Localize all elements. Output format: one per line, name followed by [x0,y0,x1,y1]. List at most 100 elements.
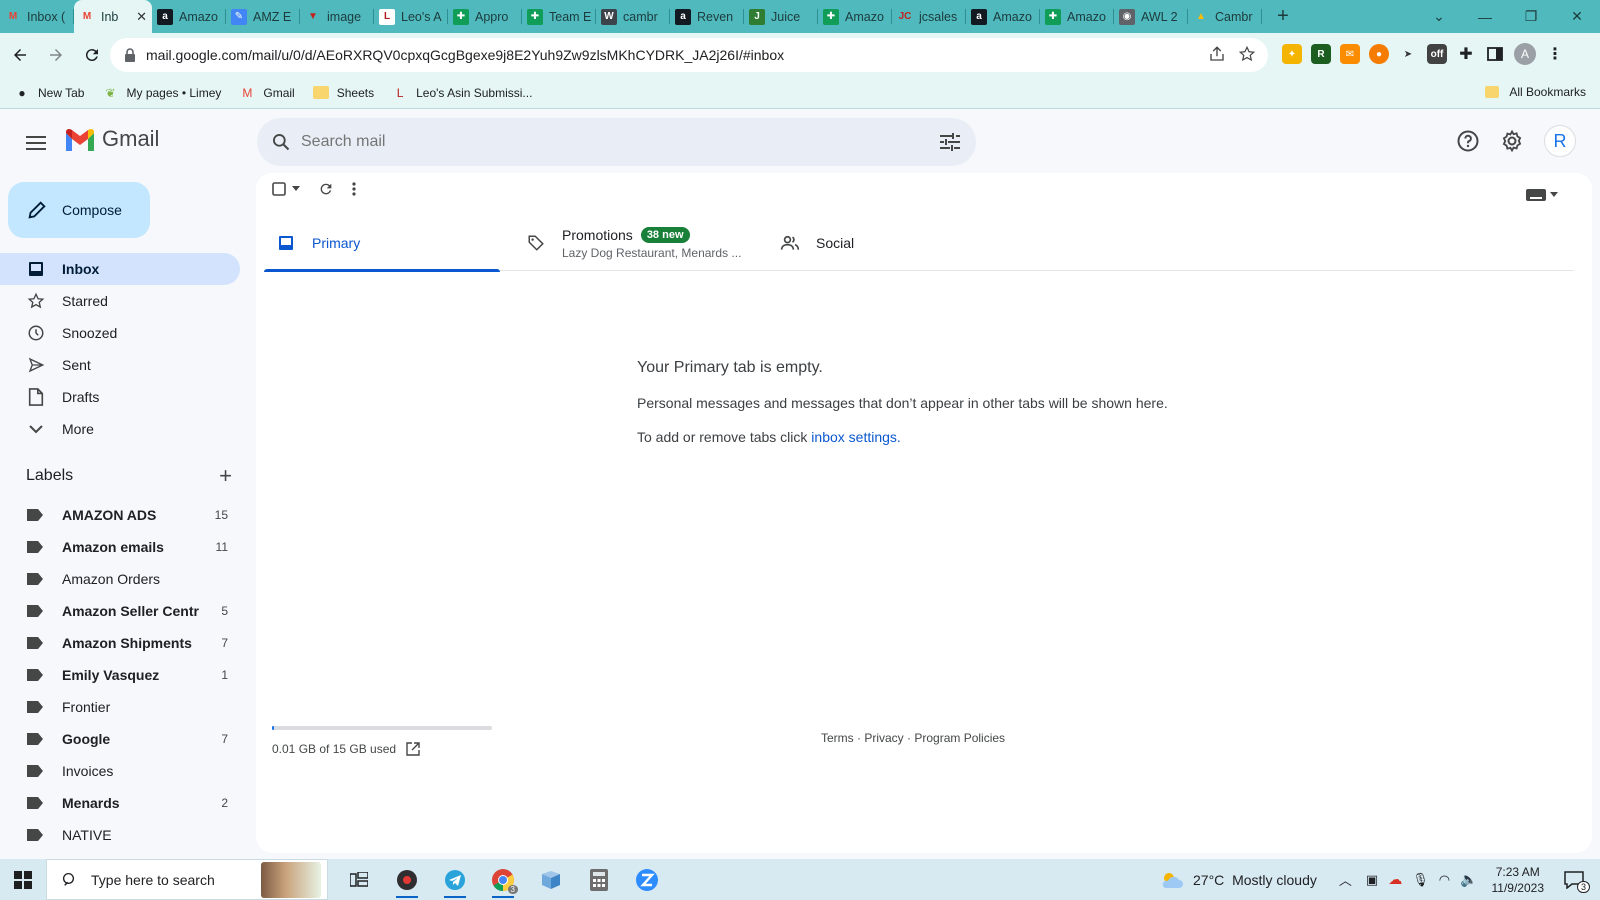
nav-item-more[interactable]: More [0,413,240,445]
label-item[interactable]: Google 7 [0,723,240,755]
settings-gear-icon[interactable] [1500,129,1524,153]
refresh-icon[interactable] [318,181,334,197]
input-tools-toggle[interactable] [1526,189,1558,201]
share-icon[interactable] [1208,45,1226,63]
system-clock[interactable]: 7:23 AM 11/9/2023 [1492,864,1545,896]
browser-tab[interactable]: ✚ Amazo [818,0,892,33]
side-panel-icon[interactable] [1485,44,1505,64]
onedrive-icon[interactable]: ☁ [1388,871,1402,888]
taskbar-search[interactable]: Type here to search [46,859,328,900]
label-item[interactable]: Amazon Orders [0,563,240,595]
zoom-app-icon[interactable] [628,859,666,900]
browser-tab[interactable]: a Reven [670,0,744,33]
tab-promotions[interactable]: Promotions 38 new Lazy Dog Restaurant, M… [500,215,756,271]
address-bar[interactable]: mail.google.com/mail/u/0/d/AEoRXRQV0cpxq… [110,38,1268,72]
select-all-checkbox[interactable] [272,182,300,196]
open-external-icon[interactable] [406,742,420,756]
bookmark-item[interactable]: Sheets [312,86,374,100]
minimize-button[interactable]: — [1462,9,1508,25]
browser-tab[interactable]: ✚ Amazo [1040,0,1114,33]
tray-chevron-up-icon[interactable]: ︿ [1339,870,1352,889]
program-policies-link[interactable]: Program Policies [914,731,1005,745]
label-item[interactable]: AMAZON ADS 15 [0,499,240,531]
bookmark-star-icon[interactable] [1238,45,1256,63]
browser-tab[interactable]: J Juice [744,0,818,33]
nav-item-starred[interactable]: Starred [0,285,240,317]
extension-rs-icon[interactable]: R [1311,44,1331,64]
all-bookmarks[interactable]: All Bookmarks [1485,85,1586,99]
browser-tab[interactable]: ✚ Team E [522,0,596,33]
lock-icon[interactable] [124,48,136,62]
obs-app-icon[interactable] [388,859,426,900]
label-item[interactable]: Amazon Seller Centr 5 [0,595,240,627]
compose-button[interactable]: Compose [8,182,150,238]
nav-item-drafts[interactable]: Drafts [0,381,240,413]
terms-link[interactable]: Terms [821,731,854,745]
volume-icon[interactable]: 🔈 [1460,871,1477,888]
inbox-settings-link[interactable]: inbox settings [811,429,897,445]
browser-tab[interactable]: ▼ image [300,0,374,33]
browser-tab[interactable]: Wcambr [596,0,670,33]
extension-off-icon[interactable]: off [1427,44,1447,64]
label-item[interactable]: Amazon Shipments 7 [0,627,240,659]
nav-item-inbox[interactable]: Inbox [0,253,240,285]
notifications-icon[interactable]: 3 [1564,870,1590,893]
extension-orange-icon[interactable]: ● [1369,44,1389,64]
bookmark-item[interactable]: L Leo's Asin Submissi... [392,85,533,101]
close-window-button[interactable]: ✕ [1554,8,1600,25]
microphone-icon[interactable]: 🎙 [1412,872,1429,888]
browser-tab[interactable]: a Amazo [966,0,1040,33]
task-view-icon[interactable] [340,859,378,900]
label-item[interactable]: Invoices [0,755,240,787]
telegram-app-icon[interactable] [436,859,474,900]
browser-tab[interactable]: JC jcsales [892,0,966,33]
label-item[interactable]: Frontier [0,691,240,723]
nav-item-sent[interactable]: Sent [0,349,240,381]
more-options-icon[interactable] [352,182,356,196]
browser-tab[interactable]: M Inbox ( [0,0,74,33]
tab-search-icon[interactable]: ⌄ [1416,8,1462,25]
label-item[interactable]: Emily Vasquez 1 [0,659,240,691]
notes-app-icon[interactable] [532,859,570,900]
chrome-app-icon[interactable]: 3 [484,859,522,900]
browser-tab[interactable]: a Amazo [152,0,226,33]
bookmark-item[interactable]: ❦ My pages • Limey [102,85,221,101]
close-tab-icon[interactable]: ✕ [136,9,147,25]
chrome-menu-icon[interactable]: ⋮ [1545,44,1565,64]
browser-tab[interactable]: ▲ Cambr [1188,0,1262,33]
weather-text[interactable]: 27°C Mostly cloudy [1193,872,1317,888]
tab-social[interactable]: Social [756,215,956,271]
label-item[interactable]: Menards 2 [0,787,240,819]
meet-now-icon[interactable]: ▣ [1366,872,1378,888]
label-item[interactable]: NATIVE [0,819,240,851]
bookmark-item[interactable]: M Gmail [239,85,294,101]
weather-cloud-icon[interactable] [1159,871,1185,889]
help-icon[interactable] [1456,129,1480,153]
create-label-icon[interactable]: + [219,463,232,489]
wifi-icon[interactable]: ◠ [1439,872,1450,888]
reload-button[interactable] [76,39,108,71]
browser-tab[interactable]: ◉ AWL 2 [1114,0,1188,33]
search-icon[interactable] [271,132,291,152]
calculator-app-icon[interactable] [580,859,618,900]
windows-start-button[interactable] [0,859,46,900]
bookmark-item[interactable]: ● New Tab [14,85,84,101]
puzzle-icon[interactable]: ✚ [1456,44,1476,64]
browser-tab[interactable]: ✚ Appro [448,0,522,33]
main-menu-icon[interactable] [22,129,50,157]
browser-tab[interactable]: ✎ AMZ E [226,0,300,33]
browser-tab[interactable]: L Leo's A [374,0,448,33]
extension-arrow-icon[interactable]: ➤ [1398,44,1418,64]
extension-cart-icon[interactable]: ✉ [1340,44,1360,64]
new-tab-button[interactable]: + [1268,0,1298,33]
browser-tab[interactable]: M Inb ✕ [74,0,152,33]
account-avatar[interactable]: R [1544,125,1576,157]
search-input[interactable] [301,133,940,151]
extension-amz-icon[interactable]: ✦ [1282,44,1302,64]
gmail-logo[interactable]: Gmail [64,126,159,152]
restore-button[interactable]: ❐ [1508,8,1554,25]
back-button[interactable] [4,39,36,71]
label-item[interactable]: Amazon emails 11 [0,531,240,563]
profile-avatar[interactable]: A [1514,43,1536,65]
tab-primary[interactable]: Primary [264,215,500,272]
